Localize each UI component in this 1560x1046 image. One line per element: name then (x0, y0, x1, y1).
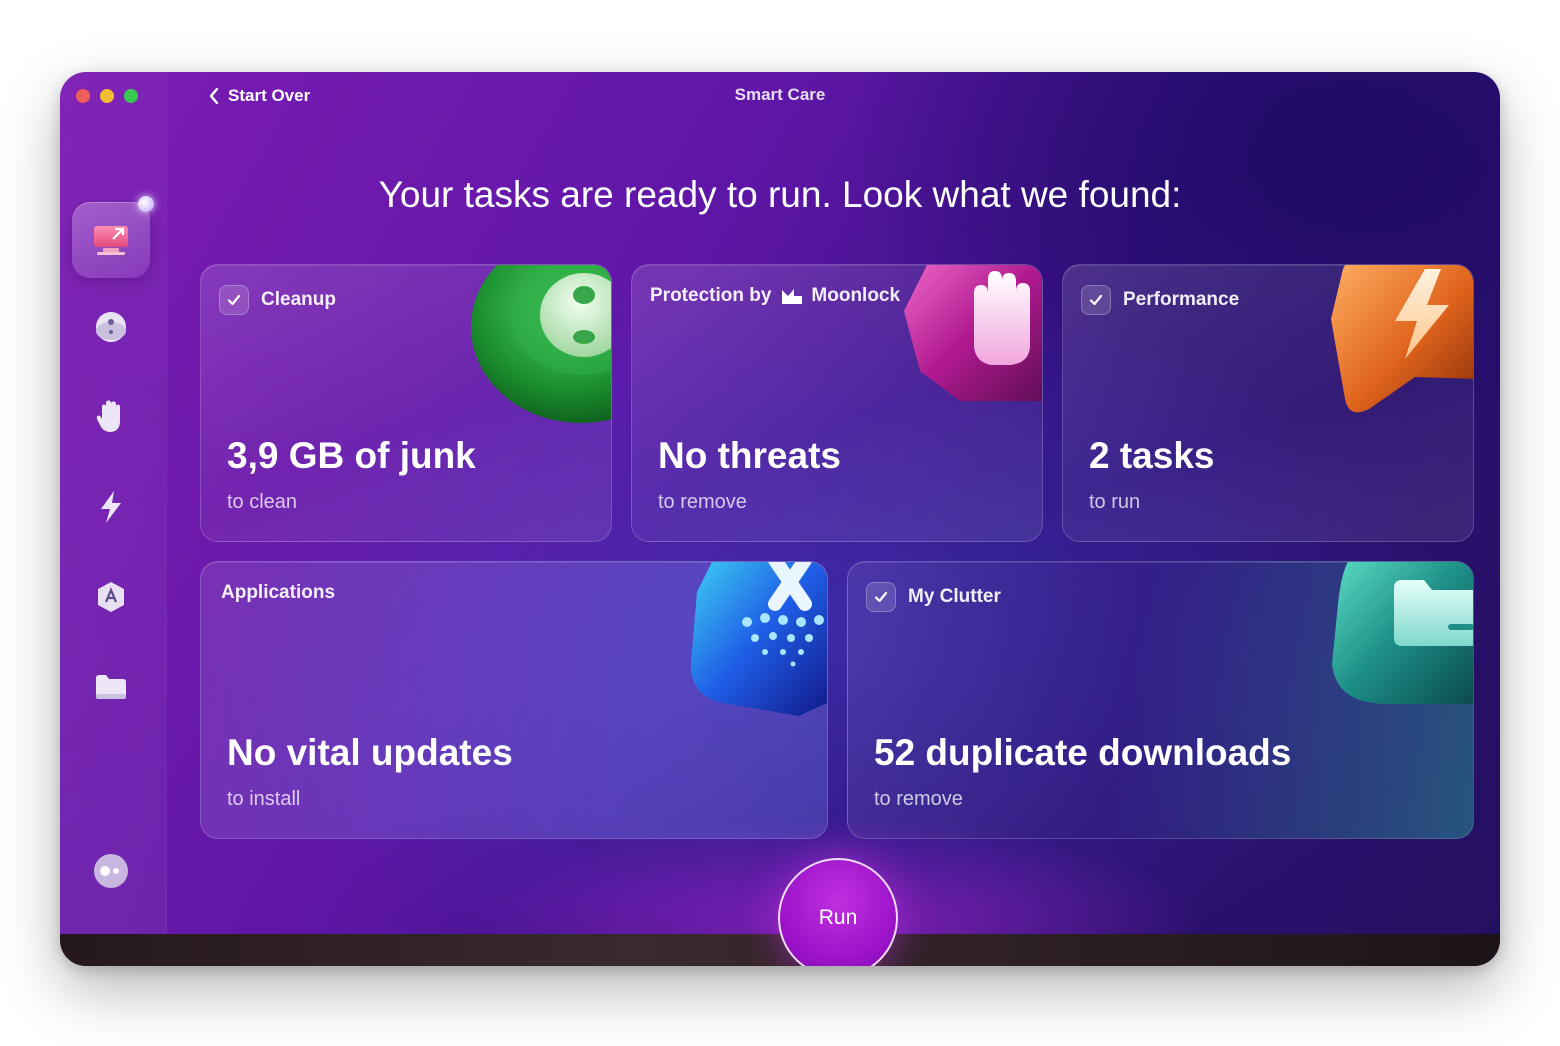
my-clutter-checkbox[interactable] (866, 582, 896, 612)
assistant-icon (94, 854, 128, 888)
my-clutter-card-title: My Clutter (908, 586, 1001, 607)
my-clutter-folder-icon (1332, 562, 1473, 704)
checkmark-icon (1089, 294, 1103, 306)
files-icon (96, 675, 126, 699)
performance-checkbox[interactable] (1081, 285, 1111, 315)
performance-card-header: Performance (1081, 285, 1239, 315)
performance-card-title: Performance (1123, 289, 1240, 310)
cleanup-icon (96, 312, 126, 342)
protection-hand-icon (904, 265, 1042, 401)
desktop-strip (60, 934, 1500, 966)
smart-care-icon (94, 226, 128, 255)
performance-lightning-icon (1331, 265, 1473, 413)
protection-card[interactable]: Protection by Moonlock No threats to rem… (631, 264, 1043, 542)
my-clutter-card-header: My Clutter (866, 582, 1001, 612)
cleanup-card[interactable]: Cleanup 3,9 GB of junk to clean (200, 264, 612, 542)
performance-card-subtitle: to run (1089, 491, 1141, 513)
protection-icon (96, 400, 120, 432)
sidebar-item-assistant[interactable] (84, 844, 138, 898)
run-button[interactable]: Run (778, 858, 898, 966)
protection-card-title: Protection by (650, 285, 772, 306)
performance-icon (101, 491, 121, 523)
sidebar-item-cleanup[interactable] (84, 300, 138, 354)
cleanup-disc-icon (471, 265, 611, 423)
cleanup-checkbox[interactable] (219, 285, 249, 315)
performance-card[interactable]: Performance 2 tasks to run (1062, 264, 1474, 542)
cleanup-card-header: Cleanup (219, 285, 336, 315)
my-clutter-card-value: 52 duplicate downloads (874, 732, 1292, 773)
window-title: Smart Care (734, 85, 826, 104)
applications-updater-icon (690, 562, 827, 716)
cleanup-card-subtitle: to clean (227, 491, 298, 513)
applications-icon (98, 582, 124, 612)
protection-card-subtitle: to remove (658, 491, 747, 513)
checkmark-icon (874, 591, 888, 603)
app-window: Start Over Smart Care Your tasks are rea… (60, 72, 1500, 966)
moonlock-logo-icon (782, 289, 803, 304)
sidebar-item-protection[interactable] (84, 390, 138, 444)
checkmark-icon (227, 294, 241, 306)
applications-card-header: Applications (221, 582, 335, 604)
page-headline: Your tasks are ready to run. Look what w… (378, 174, 1182, 215)
applications-card-subtitle: to install (227, 788, 301, 810)
my-clutter-card-subtitle: to remove (874, 788, 963, 810)
performance-card-value: 2 tasks (1089, 435, 1215, 476)
sidebar-item-performance[interactable] (84, 480, 138, 534)
applications-card[interactable]: Applications No vital updates to install (200, 561, 828, 839)
applications-card-value: No vital updates (227, 732, 513, 773)
sidebar-item-files[interactable] (84, 660, 138, 714)
applications-card-title: Applications (221, 582, 336, 603)
protection-card-header: Protection by Moonlock (650, 285, 900, 307)
moonlock-brand: Moonlock (811, 285, 901, 306)
my-clutter-card[interactable]: My Clutter 52 duplicate downloads to rem… (847, 561, 1474, 839)
cleanup-card-value: 3,9 GB of junk (227, 435, 476, 476)
cleanup-card-title: Cleanup (261, 289, 336, 310)
protection-card-value: No threats (658, 435, 841, 476)
content-area: Start Over Smart Care Your tasks are rea… (60, 72, 1500, 966)
sidebar-item-applications[interactable] (84, 570, 138, 624)
